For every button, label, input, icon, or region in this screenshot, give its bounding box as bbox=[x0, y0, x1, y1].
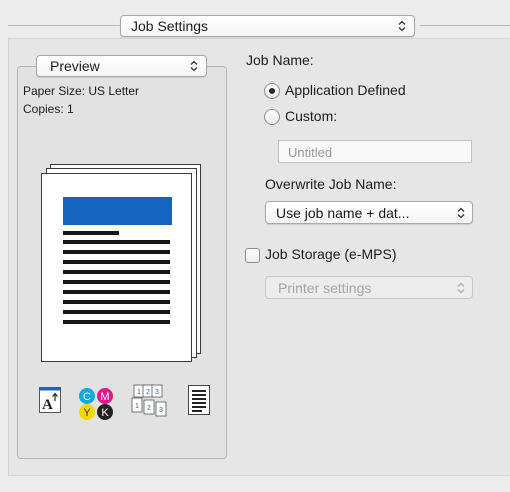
radio-selected-dot bbox=[269, 88, 275, 94]
cmyk-letter-k: K bbox=[101, 407, 109, 419]
page-text-line bbox=[63, 320, 170, 324]
custom-job-name-field[interactable]: Untitled bbox=[278, 140, 472, 163]
svg-text:A: A bbox=[42, 397, 53, 413]
updown-arrows-icon bbox=[398, 20, 406, 32]
cmyk-color-icon: C M Y K bbox=[79, 388, 113, 420]
job-storage-label[interactable]: Job Storage (e-MPS) bbox=[265, 246, 397, 262]
page-text-line bbox=[63, 290, 170, 294]
preview-mode-label: Preview bbox=[50, 58, 100, 74]
cmyk-letter-m: M bbox=[100, 391, 109, 403]
collate-digit-2: 2 bbox=[146, 389, 150, 396]
radio-application-defined-label[interactable]: Application Defined bbox=[285, 82, 406, 98]
page-sheet-front bbox=[41, 173, 192, 362]
collate-digit-1: 1 bbox=[137, 389, 141, 396]
custom-job-name-placeholder: Untitled bbox=[288, 145, 333, 160]
panel-select-label: Job Settings bbox=[131, 18, 209, 34]
collate-pages-icon: 1 2 3 1 2 3 bbox=[131, 384, 167, 417]
header-divider-left bbox=[8, 25, 120, 26]
collate-digit-3: 3 bbox=[159, 407, 163, 414]
cmyk-letter-y: Y bbox=[83, 407, 91, 419]
job-storage-select[interactable]: Printer settings bbox=[265, 276, 473, 299]
page-text-line bbox=[63, 310, 170, 314]
page-stack-preview bbox=[38, 162, 208, 362]
copies-label: Copies: 1 bbox=[23, 102, 74, 116]
page-text-line bbox=[63, 240, 170, 244]
collate-digit-1: 1 bbox=[135, 403, 139, 410]
page-text-line bbox=[63, 270, 170, 274]
updown-arrows-icon bbox=[457, 207, 465, 218]
page-text-line bbox=[63, 260, 170, 264]
job-storage-select-value: Printer settings bbox=[278, 279, 372, 296]
page-text-line bbox=[63, 250, 170, 254]
header-divider-right bbox=[420, 25, 510, 26]
paper-size-label: Paper Size: US Letter bbox=[23, 84, 140, 98]
updown-arrows-icon bbox=[457, 282, 465, 293]
cmyk-letter-c: C bbox=[83, 391, 91, 403]
page-text-line bbox=[63, 280, 170, 284]
overwrite-job-name-select[interactable]: Use job name + dat... bbox=[265, 201, 473, 224]
radio-application-defined[interactable] bbox=[264, 83, 280, 99]
updown-arrows-icon bbox=[190, 60, 198, 72]
job-storage-checkbox[interactable] bbox=[245, 248, 260, 263]
overwrite-job-name-label: Overwrite Job Name: bbox=[265, 176, 397, 192]
orientation-icon: A bbox=[39, 387, 61, 413]
job-name-label: Job Name: bbox=[246, 52, 314, 68]
radio-custom[interactable] bbox=[264, 109, 280, 125]
overwrite-job-name-value: Use job name + dat... bbox=[276, 204, 410, 221]
preview-mode-select[interactable]: Preview bbox=[36, 55, 207, 77]
radio-custom-label[interactable]: Custom: bbox=[285, 108, 337, 124]
page-text-line bbox=[63, 300, 170, 304]
collate-digit-3: 3 bbox=[155, 389, 159, 396]
panel-select[interactable]: Job Settings bbox=[120, 15, 415, 37]
page-header-block bbox=[63, 197, 172, 225]
page-text-line bbox=[63, 231, 119, 235]
collate-digit-2: 2 bbox=[147, 405, 151, 412]
document-icon bbox=[188, 385, 210, 415]
